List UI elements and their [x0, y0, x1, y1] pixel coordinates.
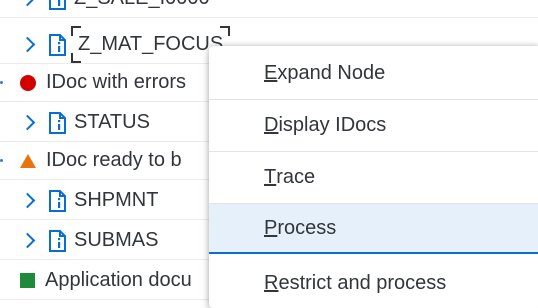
chevron-right-icon[interactable] — [22, 116, 36, 130]
menu-item-label: xpand Node — [277, 61, 386, 84]
document-info-icon — [49, 229, 66, 252]
status-label: Application docu — [45, 269, 192, 291]
focus-corner — [71, 26, 81, 36]
menu-item-mnemonic: D — [264, 113, 279, 136]
menu-item-mnemonic: P — [264, 216, 278, 239]
tree-node-focus[interactable]: Z_MAT_FOCUS — [71, 26, 231, 63]
success-status-icon — [20, 273, 35, 288]
focus-corner — [220, 26, 231, 36]
menu-item-mnemonic: R — [264, 271, 279, 294]
menu-item-restrict-and-process[interactable]: Restrict and process — [209, 258, 538, 308]
document-info-icon — [49, 33, 66, 56]
chevron-right-icon[interactable] — [22, 234, 36, 248]
chevron-right-icon[interactable] — [22, 38, 36, 52]
menu-item-mnemonic: E — [264, 61, 278, 84]
menu-item-label: isplay IDocs — [278, 113, 387, 136]
tree-node-label: STATUS — [74, 111, 150, 133]
row-marker — [0, 81, 3, 84]
tree-node-label: SHPMNT — [74, 189, 159, 211]
row-marker — [0, 159, 3, 162]
tree-node-label: Z_MAT_FOCUS — [78, 33, 224, 55]
warning-status-icon — [20, 153, 36, 168]
tree-row-node[interactable]: Z_SALE_I0000 — [0, 0, 538, 18]
menu-item-display-idocs[interactable]: Display IDocs — [209, 100, 538, 150]
menu-item-expand-node[interactable]: Expand Node — [209, 48, 538, 98]
tree-node-label: SUBMAS — [74, 229, 159, 251]
document-info-icon — [49, 0, 66, 10]
document-info-icon — [49, 189, 66, 212]
menu-item-label: race — [276, 165, 316, 188]
tree-node-label: Z_SALE_I0000 — [74, 0, 210, 10]
chevron-right-icon[interactable] — [22, 194, 36, 208]
status-label: IDoc with errors — [46, 71, 187, 93]
menu-item-mnemonic: T — [264, 165, 277, 188]
document-info-icon — [49, 111, 66, 134]
status-label: IDoc ready to b — [46, 149, 182, 171]
menu-item-label: estrict and process — [278, 271, 447, 294]
chevron-right-icon[interactable] — [22, 0, 36, 6]
menu-item-trace[interactable]: Trace — [209, 152, 538, 202]
context-menu: Expand Node Display IDocs Trace Process … — [209, 46, 538, 308]
error-status-icon — [20, 74, 36, 91]
focus-corner — [71, 53, 81, 63]
menu-item-process[interactable]: Process — [209, 204, 538, 254]
menu-item-label: rocess — [277, 216, 337, 239]
